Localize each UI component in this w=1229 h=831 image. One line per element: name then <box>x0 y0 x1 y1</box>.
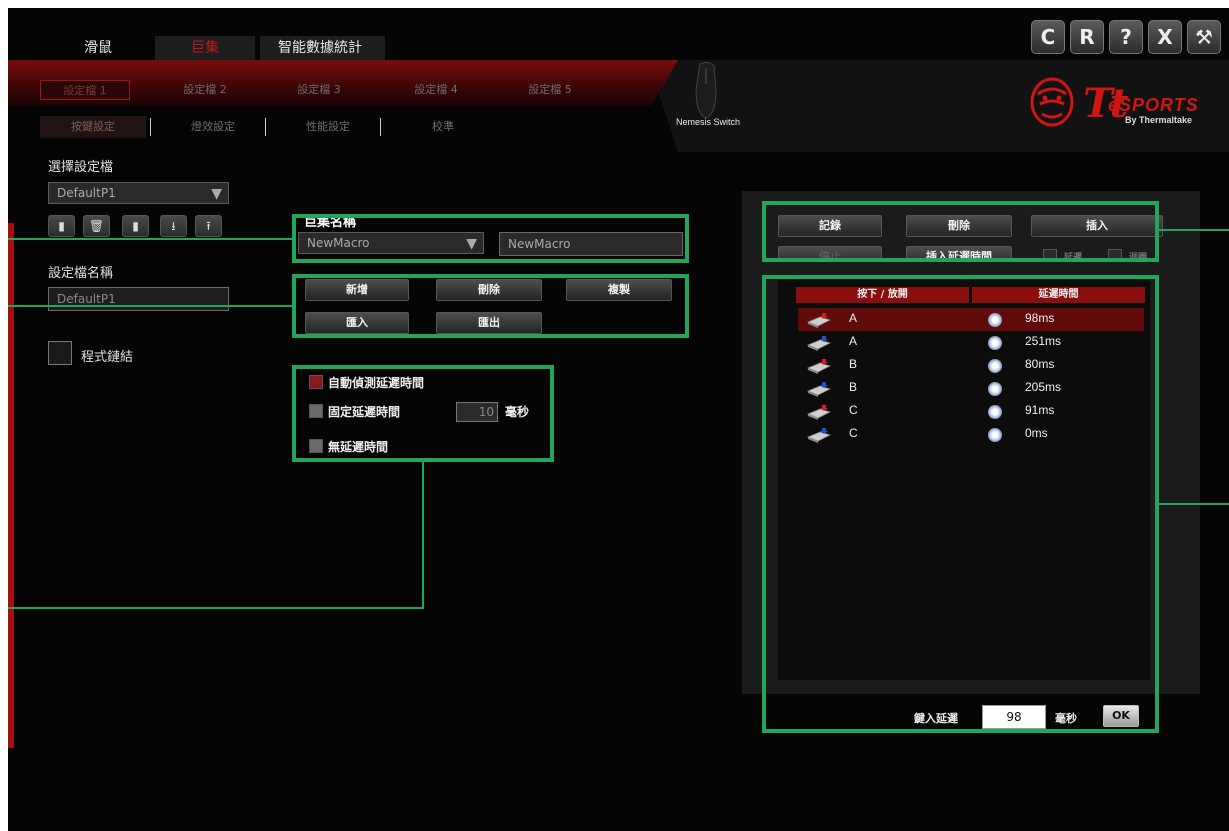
import-icon[interactable]: ⭳ <box>160 215 187 237</box>
profile-select-value: DefaultP1 <box>57 186 116 200</box>
subtab-calibration[interactable]: 校準 <box>388 116 498 138</box>
settings-button[interactable]: ⚒ <box>1187 20 1221 54</box>
profile-tab-1[interactable]: 設定檔 1 <box>40 80 130 100</box>
annotation-box-macro-actions <box>292 274 689 338</box>
divider <box>265 118 266 136</box>
divider <box>380 118 381 136</box>
annotation-line <box>1158 229 1229 231</box>
annotation-box-macro-name <box>292 214 689 263</box>
annotation-line <box>1158 503 1229 505</box>
app-window: 滑鼠 巨集 智能數據統計 C R ? X ⚒ 設定檔 1 設定檔 2 設定檔 3… <box>8 8 1229 831</box>
trash-icon[interactable]: 🗑 <box>83 215 110 237</box>
save-icon[interactable]: ▮ <box>48 215 75 237</box>
profile-tab-5[interactable]: 設定檔 5 <box>505 80 595 100</box>
annotation-box-record-controls <box>762 201 1159 262</box>
dropdown-arrow-icon: ▼ <box>211 186 222 202</box>
divider <box>150 118 151 136</box>
close-button[interactable]: X <box>1148 20 1182 54</box>
refresh-button[interactable]: C <box>1031 20 1065 54</box>
program-link-label: 程式鏈結 <box>81 350 134 365</box>
tiger-logo-icon <box>1030 77 1074 127</box>
brand-by: By Thermaltake <box>1125 115 1193 125</box>
select-profile-label: 選擇設定檔 <box>48 160 114 175</box>
export-icon[interactable]: ⭱ <box>195 215 222 237</box>
annotation-line <box>8 305 295 307</box>
profile-tab-4[interactable]: 設定檔 4 <box>391 80 481 100</box>
program-link-checkbox[interactable] <box>48 341 72 365</box>
annotation-line <box>8 607 424 609</box>
copy-icon[interactable]: ▮ <box>122 215 149 237</box>
profile-select[interactable]: DefaultP1 ▼ <box>48 182 229 204</box>
tab-macro[interactable]: 巨集 <box>155 36 255 60</box>
subtab-key-settings[interactable]: 按鍵設定 <box>40 116 146 138</box>
profile-name-label: 設定檔名稱 <box>48 266 114 281</box>
brand-esports: eSPORTS <box>1108 95 1199 115</box>
left-edge-accent <box>8 223 14 748</box>
profile-tab-2[interactable]: 設定檔 2 <box>160 80 250 100</box>
subtab-performance[interactable]: 性能設定 <box>273 116 383 138</box>
annotation-line <box>8 238 295 240</box>
window-controls: C R ? X ⚒ <box>1031 20 1221 54</box>
profile-name-field[interactable]: DefaultP1 <box>48 287 229 311</box>
mouse-device-image <box>695 61 717 119</box>
profile-tab-3[interactable]: 設定檔 3 <box>274 80 364 100</box>
reset-button[interactable]: R <box>1070 20 1104 54</box>
annotation-box-step-list <box>762 275 1159 733</box>
tab-stats[interactable]: 智能數據統計 <box>260 36 385 60</box>
annotation-box-delay-options <box>292 365 554 462</box>
tab-mouse[interactable]: 滑鼠 <box>48 36 148 60</box>
subtab-lighting[interactable]: 燈效設定 <box>158 116 268 138</box>
device-name: Nemesis Switch <box>675 117 740 127</box>
annotation-line <box>422 462 424 609</box>
help-button[interactable]: ? <box>1109 20 1143 54</box>
